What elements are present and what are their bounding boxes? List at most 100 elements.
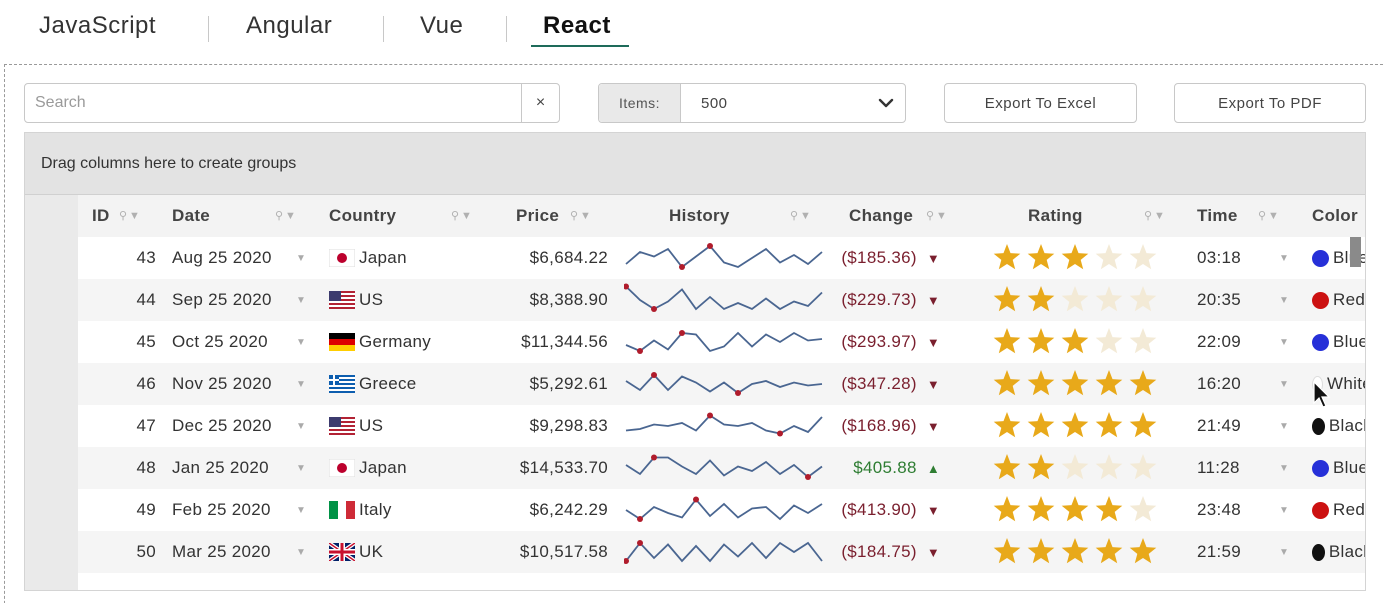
dropdown-arrow-icon[interactable]: ▼ — [1279, 505, 1289, 516]
filter-sort-icon[interactable]: ⚲▼ — [926, 209, 949, 222]
cell-rating[interactable] — [992, 321, 1162, 363]
filter-sort-icon[interactable]: ⚲▼ — [275, 209, 298, 222]
star-icon — [1061, 454, 1089, 480]
filter-sort-icon[interactable]: ⚲▼ — [451, 209, 474, 222]
clear-search-button[interactable]: × — [521, 84, 559, 122]
filter-sort-icon[interactable]: ⚲▼ — [570, 209, 593, 222]
cell-color[interactable]: Black — [1312, 405, 1365, 447]
cell-date[interactable]: Feb 25 2020 — [172, 489, 271, 531]
tab-javascript[interactable]: JavaScript — [39, 12, 156, 40]
table-row[interactable]: 44 Sep 25 2020 ▼ US $8,388.90 ($229.73) ▼ 20:35… — [78, 279, 1365, 321]
table-row[interactable]: 50 Mar 25 2020 ▼ UK $10,517.58 ($184.75) ▼ 21:5… — [78, 531, 1365, 573]
cell-time[interactable]: 20:35 — [1197, 279, 1241, 321]
dropdown-arrow-icon[interactable]: ▼ — [1279, 421, 1289, 432]
tab-vue[interactable]: Vue — [420, 12, 463, 40]
star-icon — [1095, 328, 1123, 354]
dropdown-arrow-icon[interactable]: ▼ — [1279, 253, 1289, 264]
star-icon — [1061, 412, 1089, 438]
dropdown-arrow-icon[interactable]: ▼ — [296, 505, 306, 516]
cell-rating[interactable] — [992, 279, 1162, 321]
column-header-date[interactable]: Date — [172, 195, 210, 237]
dropdown-arrow-icon[interactable]: ▼ — [1279, 463, 1289, 474]
cell-color[interactable]: Red — [1312, 489, 1365, 531]
filter-sort-icon[interactable]: ⚲▼ — [1258, 209, 1281, 222]
cell-date[interactable]: Aug 25 2020 — [172, 237, 272, 279]
dropdown-arrow-icon[interactable]: ▼ — [296, 295, 306, 306]
color-name: Black — [1328, 416, 1365, 435]
filter-sort-icon[interactable]: ⚲▼ — [1144, 209, 1167, 222]
cell-time[interactable]: 23:48 — [1197, 489, 1241, 531]
dropdown-arrow-icon[interactable]: ▼ — [296, 421, 306, 432]
table-row[interactable]: 48 Jan 25 2020 ▼ Japan $14,533.70 $405.88 ▲ 11:… — [78, 447, 1365, 489]
table-row[interactable]: 47 Dec 25 2020 ▼ US $9,298.83 ($168.96) ▼ 21:49… — [78, 405, 1365, 447]
dropdown-arrow-icon[interactable]: ▼ — [296, 337, 306, 348]
cell-history-sparkline — [624, 321, 824, 363]
export-pdf-button[interactable]: Export To PDF — [1174, 83, 1366, 123]
search-input[interactable] — [25, 84, 521, 122]
color-swatch — [1312, 333, 1329, 351]
change-value: ($229.73) — [841, 290, 917, 309]
table-row[interactable]: 49 Feb 25 2020 ▼ Italy $6,242.29 ($413.90) ▼ 23… — [78, 489, 1365, 531]
cell-rating[interactable] — [992, 531, 1162, 573]
table-row[interactable]: 45 Oct 25 2020 ▼ Germany $11,344.56 ($293.97)… — [78, 321, 1365, 363]
cell-time[interactable]: 21:49 — [1197, 405, 1241, 447]
cell-date[interactable]: Nov 25 2020 — [172, 363, 272, 405]
cell-date[interactable]: Sep 25 2020 — [172, 279, 272, 321]
items-select[interactable]: Items: 500 — [598, 83, 906, 123]
column-header-time[interactable]: Time — [1197, 195, 1238, 237]
cell-history-sparkline — [624, 363, 824, 405]
cell-color[interactable]: Black — [1312, 531, 1365, 573]
dropdown-arrow-icon[interactable]: ▼ — [296, 547, 306, 558]
sparkline-path — [625, 373, 823, 395]
cell-id: 49 — [136, 500, 156, 519]
cell-time[interactable]: 03:18 — [1197, 237, 1241, 279]
column-header-price[interactable]: Price — [516, 195, 559, 237]
cell-rating[interactable] — [992, 363, 1162, 405]
cell-rating[interactable] — [992, 405, 1162, 447]
country-name: Japan — [359, 248, 407, 267]
sparkline-min-point — [693, 496, 699, 503]
dropdown-arrow-icon[interactable]: ▼ — [1279, 379, 1289, 390]
cell-date[interactable]: Jan 25 2020 — [172, 447, 269, 489]
dropdown-arrow-icon[interactable]: ▼ — [1279, 295, 1289, 306]
table-row[interactable]: 43 Aug 25 2020 ▼ Japan $6,684.22 ($185.36) ▼ 03… — [78, 237, 1365, 279]
cell-history-sparkline — [624, 447, 824, 489]
dropdown-arrow-icon[interactable]: ▼ — [1279, 337, 1289, 348]
tab-angular[interactable]: Angular — [246, 12, 332, 40]
column-header-history[interactable]: History — [669, 195, 730, 237]
table-row[interactable]: 46 Nov 25 2020 ▼ Greece $5,292.61 ($347.28) ▼ 1… — [78, 363, 1365, 405]
cell-country: US — [329, 405, 383, 447]
cell-time[interactable]: 16:20 — [1197, 363, 1241, 405]
column-header-change[interactable]: Change — [849, 195, 913, 237]
cell-time[interactable]: 22:09 — [1197, 321, 1241, 363]
sparkline-path — [625, 456, 823, 479]
cell-color[interactable]: Blue — [1312, 447, 1365, 489]
cell-date[interactable]: Dec 25 2020 — [172, 405, 272, 447]
vertical-scrollbar-thumb[interactable] — [1350, 237, 1361, 267]
dropdown-arrow-icon[interactable]: ▼ — [296, 253, 306, 264]
data-grid: Drag columns here to create groups ID ⚲▼… — [24, 132, 1366, 591]
cell-time[interactable]: 21:59 — [1197, 531, 1241, 573]
star-icon — [1095, 454, 1123, 480]
dropdown-arrow-icon[interactable]: ▼ — [296, 463, 306, 474]
cell-time[interactable]: 11:28 — [1197, 447, 1240, 489]
cell-color[interactable]: Blue — [1312, 321, 1365, 363]
column-header-id[interactable]: ID — [92, 195, 110, 237]
cell-date[interactable]: Oct 25 2020 — [172, 321, 268, 363]
cell-rating[interactable] — [992, 489, 1162, 531]
group-panel[interactable]: Drag columns here to create groups — [25, 133, 1365, 195]
export-excel-button[interactable]: Export To Excel — [944, 83, 1137, 123]
cell-date[interactable]: Mar 25 2020 — [172, 531, 271, 573]
column-header-color[interactable]: Color — [1312, 195, 1358, 237]
filter-sort-icon[interactable]: ⚲▼ — [790, 209, 813, 222]
cell-rating[interactable] — [992, 447, 1162, 489]
column-header-rating[interactable]: Rating — [1028, 195, 1083, 237]
tab-react[interactable]: React — [543, 12, 611, 40]
dropdown-arrow-icon[interactable]: ▼ — [296, 379, 306, 390]
cell-color[interactable]: Red — [1312, 279, 1365, 321]
cell-rating[interactable] — [992, 237, 1162, 279]
filter-sort-icon[interactable]: ⚲▼ — [119, 209, 142, 222]
cell-id: 50 — [136, 542, 156, 561]
dropdown-arrow-icon[interactable]: ▼ — [1279, 547, 1289, 558]
column-header-country[interactable]: Country — [329, 195, 396, 237]
